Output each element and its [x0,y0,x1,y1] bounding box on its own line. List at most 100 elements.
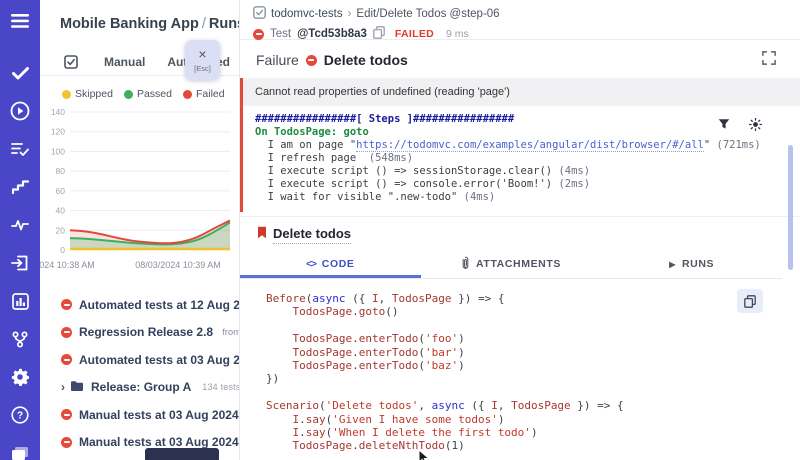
runs-list: Automated tests at 12 Aug 2024 05 Regress… [40,291,239,460]
tab-manual[interactable]: Manual [104,55,145,69]
step-line: I wait for visible ".new-todo" (4ms) [255,191,788,204]
test-list-icon[interactable] [9,138,31,160]
folder-icon [70,380,84,395]
run-label: Automated tests at 12 Aug 2024 05 [79,298,239,312]
breadcrumb: todomvc-tests › Edit/Delete Todos @step-… [253,6,800,22]
legend-item[interactable]: Passed [124,88,172,100]
run-list-item[interactable]: Manual tests at 03 Aug 2024 10:43 [40,401,239,429]
tab-attachments[interactable]: ATTACHMENTS [421,253,602,278]
close-icon: × [198,48,206,61]
tab-code-label: CODE [322,258,355,270]
activity-icon[interactable] [9,214,31,236]
chevron-right-icon[interactable]: › [61,380,65,394]
svg-text:40: 40 [56,206,66,216]
steps-icon[interactable] [9,176,31,198]
failure-panel: todomvc-tests › Edit/Delete Todos @step-… [240,0,800,460]
title-separator: / [199,16,209,32]
step-line: On TodosPage: goto [255,126,788,139]
run-list-item[interactable]: Automated tests at 12 Aug 2024 05 [40,291,239,319]
tab-runs-label: RUNS [682,258,714,270]
code-line: }) [266,372,800,385]
help-icon[interactable]: ? [9,404,31,426]
step-line: I execute script () => console.error('Bo… [255,178,788,191]
code-line: I.say('When I delete the first todo') [266,426,800,439]
menu-icon[interactable] [9,10,31,32]
failed-status-icon [253,29,264,40]
legend-dot [62,90,71,99]
play-icon: ▶ [669,260,676,269]
check-icon[interactable] [9,62,31,84]
legend-item[interactable]: Skipped [62,88,113,100]
projects-icon[interactable] [9,442,31,460]
steps-log: ################[ Steps ]###############… [240,106,800,212]
branch-icon[interactable] [9,328,31,350]
scrollbar[interactable] [788,145,793,270]
runs-chart: 14012010080604020008/03/2024 10:38 AM08/… [40,102,239,287]
settings-icon[interactable] [9,366,31,388]
svg-text:140: 140 [51,107,65,117]
filter-icon[interactable] [718,118,730,135]
run-source: from Regressi [222,327,239,338]
tab-code[interactable]: <> CODE [240,253,421,278]
detail-tab-bar: <> CODE ATTACHMENTS ▶ RUNS [240,253,782,279]
copy-code-button[interactable] [737,289,763,313]
test-duration: 9 ms [446,28,469,40]
tab-runs[interactable]: ▶ RUNS [601,253,782,278]
svg-text:60: 60 [56,186,66,196]
code-line [266,386,800,399]
failure-label: Failure [256,52,299,68]
project-name[interactable]: Mobile Banking App [60,16,199,32]
run-label: Regression Release 2.8 [79,325,213,339]
code-line: I.say('Given I have some todos') [266,413,800,426]
theme-icon[interactable] [749,118,762,135]
sign-in-icon[interactable] [9,252,31,274]
select-runs-icon[interactable] [60,51,82,73]
esc-hint: [Esc] [194,64,211,73]
failure-test-title: Delete todos [324,52,408,68]
failed-status-icon [61,327,72,338]
paperclip-icon [461,256,470,273]
legend-item[interactable]: Failed [183,88,225,100]
failed-status-icon [61,437,72,448]
svg-text:20: 20 [56,225,66,235]
partial-tooltip [145,448,219,460]
test-detail-heading: Delete todos [240,226,800,244]
analytics-icon[interactable] [9,290,31,312]
failure-heading: Failure Delete todos [240,40,800,78]
code-line: TodosPage.enterTodo('baz') [266,359,800,372]
test-label: Test [270,28,291,40]
breadcrumb-path[interactable]: Edit/Delete Todos @step-06 [356,8,499,20]
fullscreen-icon[interactable] [762,51,776,70]
step-line: I refresh page (548ms) [255,152,788,165]
code-icon: <> [306,259,316,270]
code-line [266,453,800,460]
tab-attachments-label: ATTACHMENTS [476,258,561,270]
svg-text:80: 80 [56,166,66,176]
svg-text:0: 0 [60,245,65,255]
run-list-item[interactable]: Regression Release 2.8 from Regressi [40,319,239,347]
step-line: ################[ Steps ]###############… [255,113,788,126]
sidebar: ? T [0,0,40,460]
run-label: Automated tests at 03 Aug 2024 10 [79,353,239,367]
page-name: Runs [209,16,240,32]
svg-text:120: 120 [51,127,65,137]
failure-card: Failure Delete todos Cannot read propert… [240,40,800,217]
close-overlay-button[interactable]: × [Esc] [185,40,220,80]
test-header: todomvc-tests › Edit/Delete Todos @step-… [240,0,800,40]
steps-toolbar [718,118,762,135]
svg-text:100: 100 [51,146,65,156]
step-line: I execute script () => sessionStorage.cl… [255,165,788,178]
failed-status-icon [61,354,72,365]
run-list-item[interactable]: ›Release: Group A134 tests 54 m [40,374,239,402]
svg-text:08/03/2024 10:38 AM: 08/03/2024 10:38 AM [40,260,95,270]
play-circle-icon[interactable] [9,100,31,122]
test-id[interactable]: @Tcd53b8a3 [297,28,367,40]
run-list-item[interactable]: Automated tests at 03 Aug 2024 10 [40,346,239,374]
runs-panel: Mobile Banking App/Runs Manual Automated… [40,0,240,460]
legend-dot [124,90,133,99]
status-badge: FAILED [395,28,434,40]
legend-dot [183,90,192,99]
breadcrumb-suite[interactable]: todomvc-tests [271,8,343,20]
test-title[interactable]: Delete todos [273,226,351,244]
suite-icon [253,6,266,22]
